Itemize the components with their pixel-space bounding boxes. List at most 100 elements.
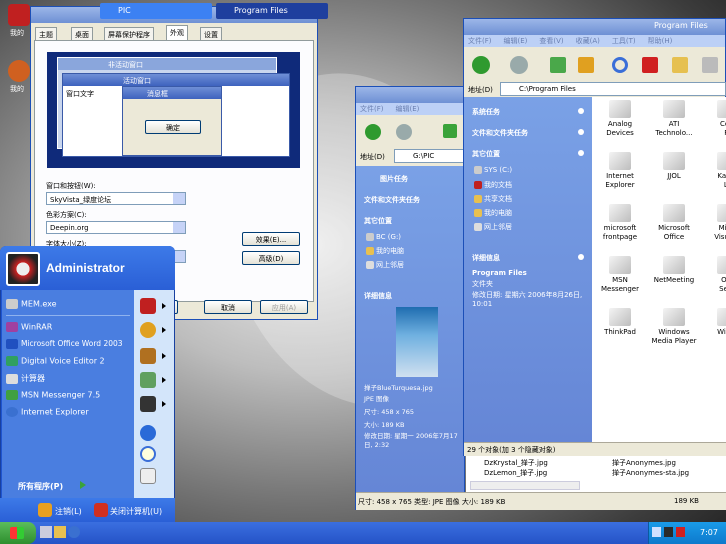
- disc-icon[interactable]: [140, 322, 156, 338]
- forward-icon[interactable]: [396, 124, 412, 140]
- pf-details-chevron-icon[interactable]: [578, 254, 584, 260]
- refresh-icon[interactable]: [550, 57, 566, 73]
- pf-menu-favorites[interactable]: 收藏(A): [576, 37, 600, 45]
- pf-menu-tools[interactable]: 工具(T): [612, 37, 636, 45]
- pic-file-4[interactable]: 掸子Anonymes-sta.jpg: [612, 468, 689, 478]
- pf-other-places-chevron-icon[interactable]: [578, 150, 584, 156]
- start-item-winrar[interactable]: WinRAR: [6, 322, 52, 332]
- pf-up-icon[interactable]: [578, 57, 594, 73]
- tray-icon-1[interactable]: [652, 527, 661, 537]
- folders-icon[interactable]: [672, 57, 688, 73]
- shutdown-icon[interactable]: [94, 503, 108, 517]
- quicklaunch-icon-1[interactable]: [40, 526, 52, 538]
- pf-menu-file[interactable]: 文件(F): [468, 37, 492, 45]
- pf-menu-view[interactable]: 查看(V): [539, 37, 563, 45]
- tools-icon[interactable]: [140, 348, 156, 364]
- pf-menu-help[interactable]: 帮助(H): [648, 37, 673, 45]
- pic-file-tasks[interactable]: 文件和文件夹任务: [364, 195, 420, 205]
- desktop-icon-1[interactable]: [8, 4, 30, 26]
- help-icon[interactable]: [140, 425, 156, 441]
- desktop-icon-2[interactable]: [8, 60, 30, 82]
- pic-menu-file[interactable]: 文件(F): [360, 105, 384, 113]
- back-icon[interactable]: [365, 124, 381, 140]
- folder-item[interactable]: microsoft frontpage: [590, 204, 650, 242]
- start-item-ie[interactable]: Internet Explorer: [6, 407, 89, 417]
- pf-menu-edit[interactable]: 编辑(E): [504, 37, 528, 45]
- quicklaunch-ie-icon[interactable]: [68, 526, 80, 538]
- pf-address-input[interactable]: C:\Program Files: [500, 82, 726, 96]
- start-item-msn[interactable]: MSN Messenger 7.5: [6, 390, 100, 400]
- start-item-mem[interactable]: MEM.exe: [6, 299, 57, 309]
- pf-other-shared[interactable]: 共享文档: [474, 194, 512, 204]
- pic-hscrollbar[interactable]: [470, 481, 580, 490]
- effects-button[interactable]: 效果(E)...: [242, 232, 300, 246]
- start-item-dve[interactable]: Digital Voice Editor 2: [6, 356, 105, 366]
- start-item-calc[interactable]: 计算器: [6, 373, 45, 384]
- pf-file-tasks-chevron-icon[interactable]: [578, 129, 584, 135]
- all-programs[interactable]: 所有程序(P): [18, 481, 63, 492]
- pic-other-item-network[interactable]: 网上邻居: [366, 260, 404, 270]
- black-app-icon[interactable]: [140, 396, 156, 412]
- search-icon[interactable]: [140, 446, 156, 462]
- folder-item[interactable]: NetMeeting: [644, 256, 704, 285]
- folder-item[interactable]: ATI Technolo...: [644, 100, 704, 138]
- tab-screensaver[interactable]: 屏幕保护程序: [104, 27, 154, 40]
- pf-other-places[interactable]: 其它位置: [472, 149, 500, 159]
- folder-item[interactable]: Windows Media Player: [644, 308, 704, 346]
- programs-folder-icon[interactable]: [140, 372, 156, 388]
- folder-item[interactable]: Microsoft Office: [644, 204, 704, 242]
- start-item-word[interactable]: Microsoft Office Word 2003: [6, 339, 123, 349]
- all-programs-arrow-icon[interactable]: [80, 481, 86, 489]
- logoff-icon[interactable]: [38, 503, 52, 517]
- quicklaunch-icon-2[interactable]: [54, 526, 66, 538]
- folder-item[interactable]: KaspeLa: [698, 152, 726, 190]
- color-scheme-select[interactable]: Deepin.org: [46, 221, 186, 234]
- tray-icon-2[interactable]: [664, 527, 673, 537]
- window-button-select[interactable]: SkyVista_绿度论坛: [46, 192, 186, 205]
- folder-item[interactable]: ComFil: [698, 100, 726, 138]
- tray-icon-3[interactable]: [676, 527, 685, 537]
- tab-settings[interactable]: 设置: [200, 27, 222, 40]
- folder-item[interactable]: JJOL: [644, 152, 704, 181]
- pf-other-sys[interactable]: SYS (C:): [474, 166, 512, 174]
- folder-item[interactable]: Windo: [698, 308, 726, 337]
- folder-item[interactable]: MSN Messenger: [590, 256, 650, 294]
- logoff-button[interactable]: 注销(L): [55, 506, 82, 517]
- pf-system-tasks-chevron-icon[interactable]: [578, 108, 584, 114]
- pf-details-header[interactable]: 详细信息: [472, 253, 500, 263]
- taskbar-item-pic[interactable]: PIC: [100, 3, 212, 19]
- pic-address-input[interactable]: G:\PIC: [394, 149, 464, 163]
- pf-other-network[interactable]: 网上邻居: [474, 222, 512, 232]
- pic-other-item-computer[interactable]: 我的电脑: [366, 246, 404, 256]
- avatar[interactable]: [6, 252, 40, 286]
- pic-picture-tasks[interactable]: 图片任务: [380, 174, 408, 184]
- pf-file-tasks[interactable]: 文件和文件夹任务: [472, 128, 528, 138]
- pic-menu-edit[interactable]: 编辑(E): [396, 105, 420, 113]
- advanced-button[interactable]: 高级(D): [242, 251, 300, 265]
- pic-other-item-bc[interactable]: BC (G:): [366, 233, 401, 241]
- views-icon[interactable]: [702, 57, 718, 73]
- pic-file-3[interactable]: 掸子Anonymes.jpg: [612, 458, 676, 468]
- tab-theme[interactable]: 主题: [35, 27, 57, 40]
- pf-system-tasks[interactable]: 系统任务: [472, 107, 500, 117]
- apply-button[interactable]: 应用(A): [260, 300, 308, 314]
- cancel-button[interactable]: 取消: [204, 300, 252, 314]
- pic-file-1[interactable]: DzKrystal_掸子.jpg: [484, 458, 548, 468]
- pic-details-header[interactable]: 详细信息: [364, 291, 392, 301]
- pf-back-icon[interactable]: [472, 56, 490, 74]
- folder-item[interactable]: OnliServi: [698, 256, 726, 294]
- taskbar-item-program-files[interactable]: Program Files: [216, 3, 328, 19]
- run-icon[interactable]: [140, 468, 156, 484]
- pdf-icon[interactable]: [140, 298, 156, 314]
- tab-desktop[interactable]: 桌面: [71, 27, 93, 40]
- clock[interactable]: 7:07: [700, 528, 718, 537]
- shutdown-button[interactable]: 关闭计算机(U): [110, 506, 162, 517]
- tab-appearance[interactable]: 外观: [166, 25, 188, 40]
- folder-item[interactable]: ThinkPad: [590, 308, 650, 337]
- pic-file-2[interactable]: DzLemon_掸子.jpg: [484, 468, 547, 478]
- folder-item[interactable]: MicroVisual S: [698, 204, 726, 242]
- pf-forward-icon[interactable]: [510, 56, 528, 74]
- search-icon[interactable]: [612, 57, 628, 73]
- delete-icon[interactable]: [642, 57, 658, 73]
- up-icon[interactable]: [443, 124, 457, 138]
